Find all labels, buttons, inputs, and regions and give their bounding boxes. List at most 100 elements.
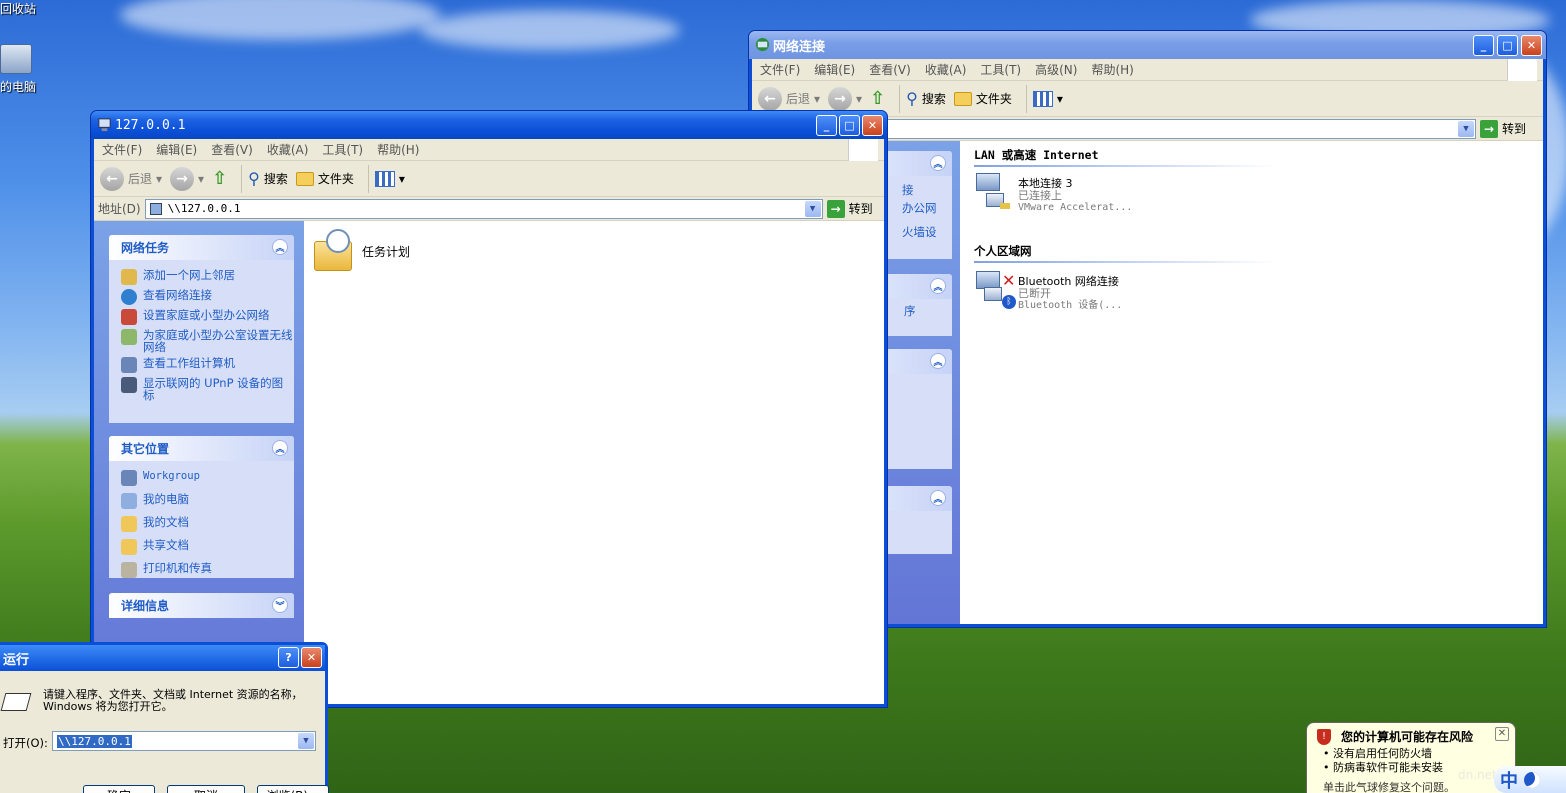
recycle-bin-label[interactable]: 回收站 bbox=[0, 0, 36, 17]
menu-view[interactable]: 查看(V) bbox=[869, 61, 911, 78]
collapse-icon[interactable]: ︽ bbox=[930, 490, 946, 506]
collapse-icon[interactable]: ︽ bbox=[272, 440, 288, 456]
computer-icon bbox=[121, 493, 137, 509]
menu-tools[interactable]: 工具(T) bbox=[322, 141, 363, 158]
search-button[interactable]: ⚲ 搜索 bbox=[906, 89, 946, 108]
close-button[interactable]: ✕ bbox=[862, 115, 883, 136]
network-place-icon bbox=[121, 269, 137, 285]
address-label: 地址(D) bbox=[98, 202, 141, 216]
add-network-place-link[interactable]: 添加一个网上邻居 bbox=[109, 266, 294, 286]
menu-tools[interactable]: 工具(T) bbox=[980, 61, 1021, 78]
details-header[interactable]: 详细信息 ︾ bbox=[109, 593, 294, 618]
network-task-link-3[interactable]: 火墙设 bbox=[902, 220, 952, 244]
view-connections-link[interactable]: 查看网络连接 bbox=[109, 286, 294, 306]
my-computer-label[interactable]: 的电脑 bbox=[0, 78, 36, 95]
computer-icon bbox=[98, 118, 111, 132]
back-button[interactable]: ← 后退 ▾ bbox=[100, 166, 162, 191]
go-button[interactable]: → 转到 bbox=[826, 199, 873, 218]
up-folder-button[interactable]: ⇧ bbox=[212, 168, 227, 189]
explorer-file-view: 任务计划 bbox=[304, 221, 884, 704]
explorer-task-pane: 网络任务 ︽ 添加一个网上邻居 查看网络连接 设置家庭或小型办公网络 为家庭或小型… bbox=[94, 221, 304, 704]
other-places-header[interactable]: 其它位置 ︽ bbox=[109, 436, 294, 461]
network-task-link-2[interactable]: 办公网 bbox=[902, 196, 952, 220]
balloon-close-icon[interactable]: ✕ bbox=[1495, 727, 1509, 741]
views-icon bbox=[1032, 90, 1053, 107]
windows-logo-icon bbox=[1507, 59, 1537, 81]
minimize-button[interactable]: _ bbox=[816, 115, 837, 136]
forward-button[interactable]: → ▾ bbox=[828, 86, 862, 111]
explorer-titlebar[interactable]: 127.0.0.1 _ □ ✕ bbox=[91, 111, 887, 139]
chevron-down-icon[interactable]: ▼ bbox=[1458, 120, 1474, 137]
views-button[interactable]: ▾ bbox=[1032, 90, 1063, 107]
globe-icon bbox=[121, 289, 137, 305]
collapse-icon[interactable]: ︽ bbox=[272, 239, 288, 255]
menu-help[interactable]: 帮助(H) bbox=[377, 141, 419, 158]
ime-chinese-icon: 中 bbox=[1500, 770, 1518, 792]
chevron-down-icon[interactable]: ▼ bbox=[804, 200, 821, 217]
network-menubar: 文件(F) 编辑(E) 查看(V) 收藏(A) 工具(T) 高级(N) 帮助(H… bbox=[752, 59, 1543, 81]
my-computer-link[interactable]: 我的电脑 bbox=[109, 490, 294, 513]
printers-link[interactable]: 打印机和传真 bbox=[109, 559, 294, 579]
browse-button[interactable]: 浏览(B)... bbox=[257, 785, 329, 793]
back-arrow-icon: ← bbox=[758, 86, 782, 111]
upnp-icons-link[interactable]: 显示联网的 UPnP 设备的图标 bbox=[109, 374, 294, 402]
connection-device: VMware Accelerat... bbox=[1018, 202, 1133, 213]
chevron-down-icon[interactable]: ▼ bbox=[298, 733, 314, 749]
collapse-icon[interactable]: ︽ bbox=[930, 353, 946, 369]
network-window-titlebar[interactable]: 网络连接 _ □ ✕ bbox=[749, 31, 1546, 59]
collapse-icon[interactable]: ︽ bbox=[930, 278, 946, 294]
network-go-button[interactable]: → 转到 bbox=[1480, 119, 1526, 138]
menu-edit[interactable]: 编辑(E) bbox=[814, 61, 855, 78]
connection-item-local[interactable]: 本地连接 3 已连接上 VMware Accelerat... bbox=[974, 171, 1132, 214]
expand-icon[interactable]: ︾ bbox=[272, 597, 288, 613]
security-alert-balloon[interactable]: ! 您的计算机可能存在风险 ✕ • 没有启用任何防火墙 • 防病毒软件可能未安装… bbox=[1306, 722, 1516, 793]
wireless-network-link[interactable]: 为家庭或小型办公室设置无线网络 bbox=[109, 326, 294, 354]
back-button[interactable]: ← 后退 ▾ bbox=[758, 86, 820, 111]
workgroup-computers-link[interactable]: 查看工作组计算机 bbox=[109, 354, 294, 374]
go-arrow-icon: → bbox=[1480, 119, 1498, 138]
up-folder-button[interactable]: ⇧ bbox=[870, 88, 885, 109]
network-tasks-panel: 网络任务 ︽ 添加一个网上邻居 查看网络连接 设置家庭或小型办公网络 为家庭或小型… bbox=[109, 235, 294, 423]
section-lan-header: LAN 或高速 Internet bbox=[974, 147, 1274, 167]
address-field[interactable]: \\127.0.0.1 ▼ bbox=[144, 198, 823, 219]
menu-view[interactable]: 查看(V) bbox=[211, 141, 253, 158]
maximize-button[interactable]: □ bbox=[839, 115, 860, 136]
network-tasks-header[interactable]: 网络任务 ︽ bbox=[109, 235, 294, 260]
minimize-button[interactable]: _ bbox=[1473, 35, 1494, 56]
workgroup-link[interactable]: Workgroup bbox=[109, 467, 294, 490]
folders-button[interactable]: 文件夹 bbox=[295, 170, 354, 187]
my-documents-link[interactable]: 我的文档 bbox=[109, 513, 294, 536]
my-computer-icon[interactable] bbox=[0, 44, 32, 74]
help-button[interactable]: ? bbox=[278, 647, 299, 668]
folders-button[interactable]: 文件夹 bbox=[953, 90, 1012, 107]
shared-documents-link[interactable]: 共享文档 bbox=[109, 536, 294, 559]
menu-favorites[interactable]: 收藏(A) bbox=[267, 141, 309, 158]
collapse-icon[interactable]: ︽ bbox=[930, 155, 946, 171]
search-button[interactable]: ⚲ 搜索 bbox=[248, 169, 288, 188]
maximize-button[interactable]: □ bbox=[1497, 35, 1518, 56]
menu-file[interactable]: 文件(F) bbox=[760, 61, 800, 78]
forward-arrow-icon: → bbox=[170, 166, 195, 191]
file-item[interactable]: 任务计划 bbox=[312, 229, 410, 273]
run-dialog: 运行 ? ✕ 请键入程序、文件夹、文档或 Internet 资源的名称，Wind… bbox=[0, 642, 329, 793]
menu-edit[interactable]: 编辑(E) bbox=[156, 141, 197, 158]
shared-folder-icon bbox=[121, 539, 137, 555]
close-button[interactable]: ✕ bbox=[1521, 35, 1542, 56]
menu-favorites[interactable]: 收藏(A) bbox=[925, 61, 967, 78]
folder-icon bbox=[295, 171, 314, 186]
open-input[interactable]: \\127.0.0.1 ▼ bbox=[52, 731, 316, 751]
close-button[interactable]: ✕ bbox=[301, 647, 322, 668]
connection-item-bluetooth[interactable]: ✕ ᛒ Bluetooth 网络连接 已断开 Bluetooth 设备(... bbox=[974, 269, 1122, 312]
forward-arrow-icon: → bbox=[828, 86, 853, 111]
forward-button[interactable]: → ▾ bbox=[170, 166, 204, 191]
menu-help[interactable]: 帮助(H) bbox=[1091, 61, 1133, 78]
details-panel: 详细信息 ︾ bbox=[109, 593, 294, 618]
run-dialog-titlebar[interactable]: 运行 ? ✕ bbox=[0, 645, 325, 671]
cancel-button[interactable]: 取消 bbox=[167, 785, 245, 793]
ime-indicator[interactable]: 中 bbox=[1494, 766, 1566, 793]
ok-button[interactable]: 确定 bbox=[83, 785, 155, 793]
menu-advanced[interactable]: 高级(N) bbox=[1035, 61, 1077, 78]
menu-file[interactable]: 文件(F) bbox=[102, 141, 142, 158]
views-button[interactable]: ▾ bbox=[374, 170, 405, 187]
home-network-link[interactable]: 设置家庭或小型办公网络 bbox=[109, 306, 294, 326]
